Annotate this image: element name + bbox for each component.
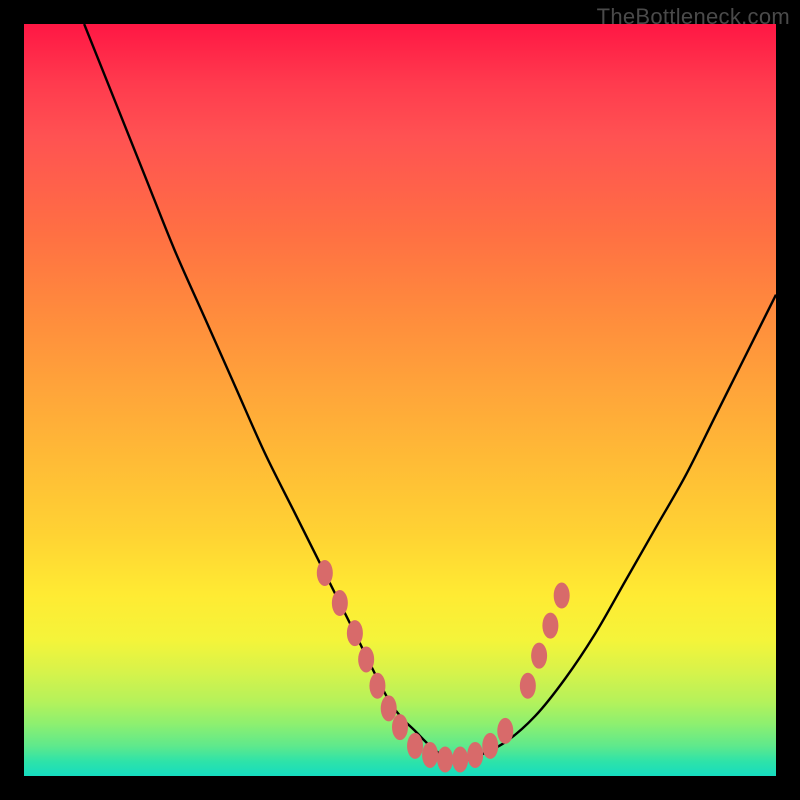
data-marker (482, 733, 498, 759)
data-marker (332, 590, 348, 616)
data-marker (317, 560, 333, 586)
data-marker (520, 673, 536, 699)
data-marker (358, 646, 374, 672)
chart-area (24, 24, 776, 776)
data-marker (381, 695, 397, 721)
data-marker (452, 746, 468, 772)
data-marker (347, 620, 363, 646)
bottleneck-curve (84, 24, 776, 761)
bottleneck-plot (24, 24, 776, 776)
watermark-text: TheBottleneck.com (597, 4, 790, 30)
data-marker (542, 613, 558, 639)
data-marker (392, 714, 408, 740)
data-marker (422, 742, 438, 768)
data-marker (407, 733, 423, 759)
data-marker (467, 742, 483, 768)
data-markers (317, 560, 570, 772)
data-marker (554, 583, 570, 609)
data-marker (437, 746, 453, 772)
data-marker (369, 673, 385, 699)
data-marker (531, 643, 547, 669)
data-marker (497, 718, 513, 744)
